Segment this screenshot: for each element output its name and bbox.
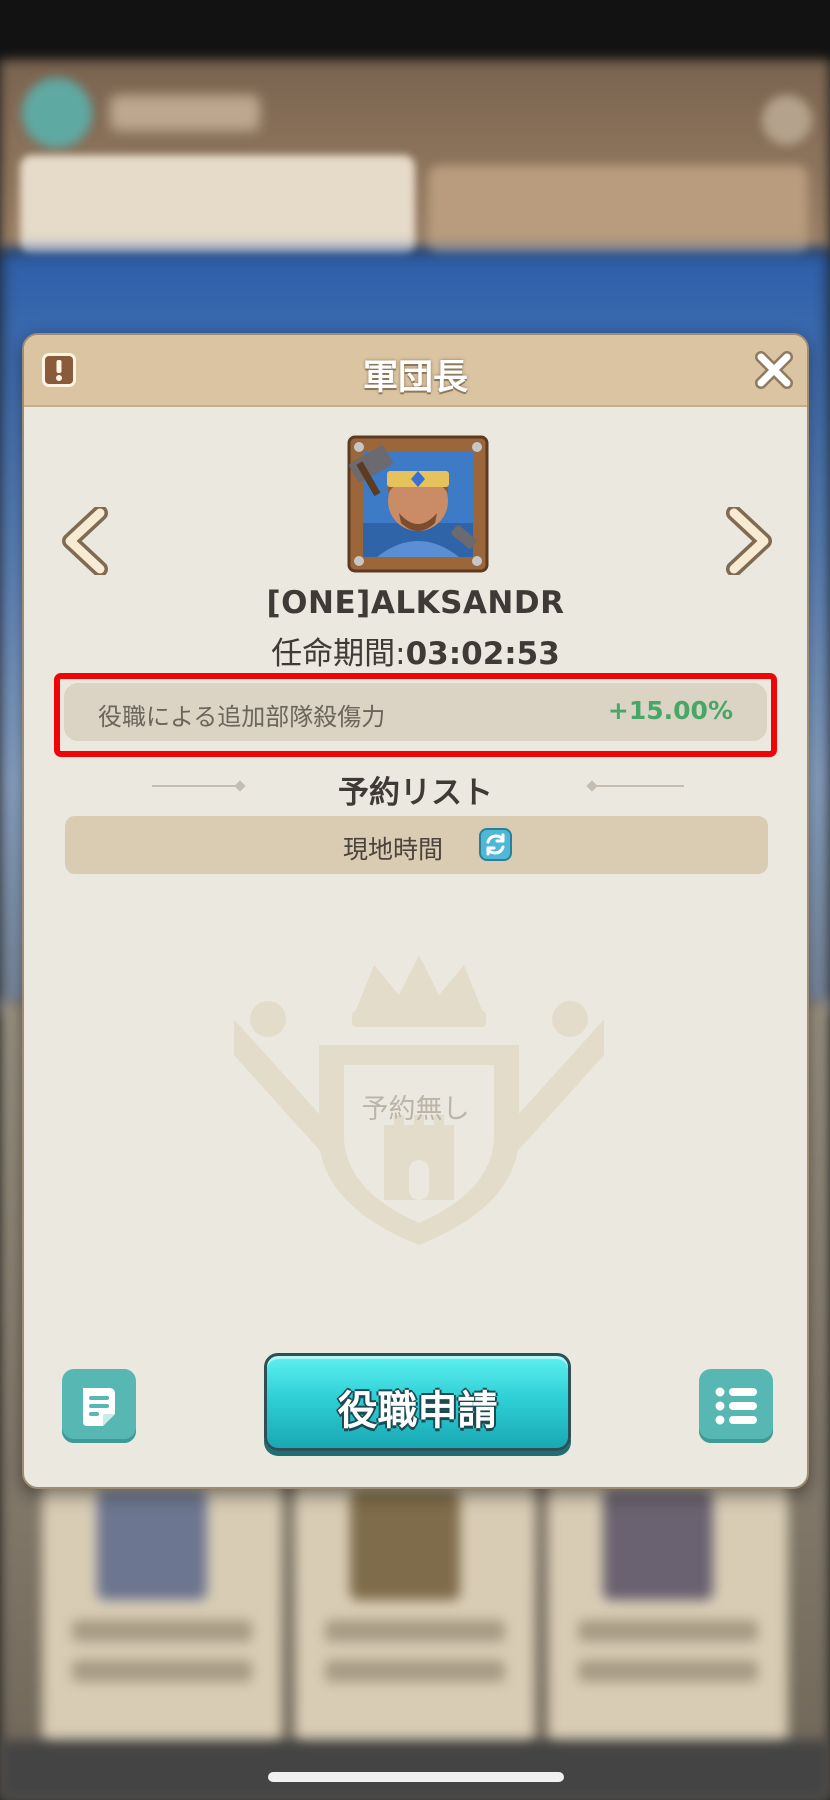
dialog-title: 軍団長 — [362, 358, 468, 398]
sync-icon[interactable] — [479, 828, 512, 861]
term-label: 任命期間: — [271, 636, 406, 672]
officer-avatar[interactable] — [347, 435, 489, 573]
background-title — [110, 95, 260, 131]
list-icon — [715, 1387, 757, 1425]
timezone-toggle[interactable]: 現地時間 — [65, 816, 768, 874]
term-value: 03:02:53 — [405, 636, 560, 672]
list-button[interactable] — [699, 1369, 773, 1443]
background-card — [548, 1470, 788, 1750]
apply-button-label: 役職申請 — [337, 1388, 498, 1434]
background-bottom — [0, 1740, 830, 1800]
player-name: [ONE]ALKSANDR — [266, 585, 565, 621]
status-bar — [0, 0, 830, 60]
home-indicator[interactable] — [268, 1772, 564, 1782]
empty-reservation-text: 予約無し — [361, 1094, 470, 1125]
chevron-left-icon[interactable] — [60, 507, 112, 575]
term-line: 任命期間:03:02:53 — [24, 628, 807, 673]
background-avatar — [22, 78, 92, 148]
dialog-header: 軍団長 — [24, 335, 807, 407]
background-card — [42, 1470, 282, 1750]
background-gear-icon — [762, 95, 812, 145]
notes-icon — [83, 1388, 115, 1426]
apply-position-button[interactable]: 役職申請 — [264, 1353, 571, 1451]
highlight-box — [54, 673, 777, 757]
background-card — [295, 1470, 535, 1750]
reservation-title: 予約リスト — [338, 775, 493, 811]
timezone-label: 現地時間 — [343, 835, 444, 864]
notes-button[interactable] — [62, 1369, 136, 1443]
chevron-right-icon[interactable] — [722, 507, 774, 575]
background-tab — [428, 165, 808, 255]
close-icon[interactable] — [753, 349, 795, 391]
background-tab — [20, 155, 415, 255]
officer-dialog: 軍団長 [ONE]ALKSANDR 任命期間:03:02:53 役職による追加部… — [22, 333, 809, 1489]
